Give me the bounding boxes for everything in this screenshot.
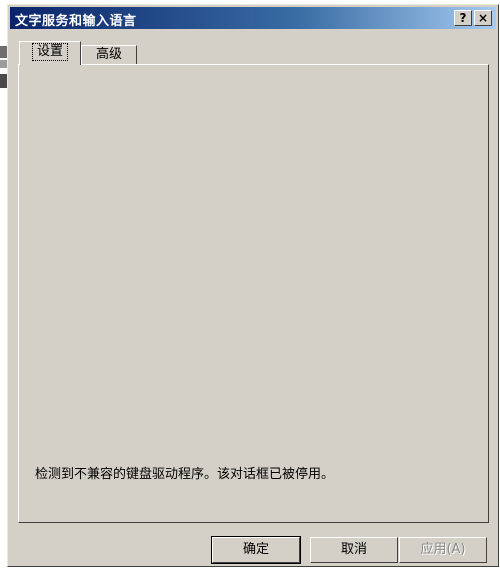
tab-settings[interactable]: 设置: [19, 41, 81, 65]
cancel-button[interactable]: 取消: [310, 537, 398, 563]
title-bar[interactable]: 文字服务和输入语言 ? ×: [10, 7, 496, 29]
disabled-message: 检测到不兼容的键盘驱动程序。该对话框已被停用。: [35, 467, 335, 482]
ok-button[interactable]: 确定: [211, 536, 301, 564]
text-services-dialog: 文字服务和输入语言 ? × 设置 高级 检测到不兼容的键盘驱动程序。该对话框已被…: [7, 4, 499, 567]
background-window-fragment: [0, 46, 7, 58]
help-button[interactable]: ?: [454, 10, 472, 26]
close-button[interactable]: ×: [474, 10, 492, 26]
settings-panel: 检测到不兼容的键盘驱动程序。该对话框已被停用。: [18, 64, 489, 523]
tab-advanced-label: 高级: [95, 47, 122, 62]
background-window-fragment: [0, 74, 7, 88]
background-window-fragment: [0, 60, 7, 68]
tab-advanced[interactable]: 高级: [81, 45, 137, 65]
tab-settings-label: 设置: [31, 43, 69, 61]
window-title: 文字服务和输入语言: [15, 14, 137, 29]
apply-button[interactable]: 应用(A): [399, 537, 487, 563]
